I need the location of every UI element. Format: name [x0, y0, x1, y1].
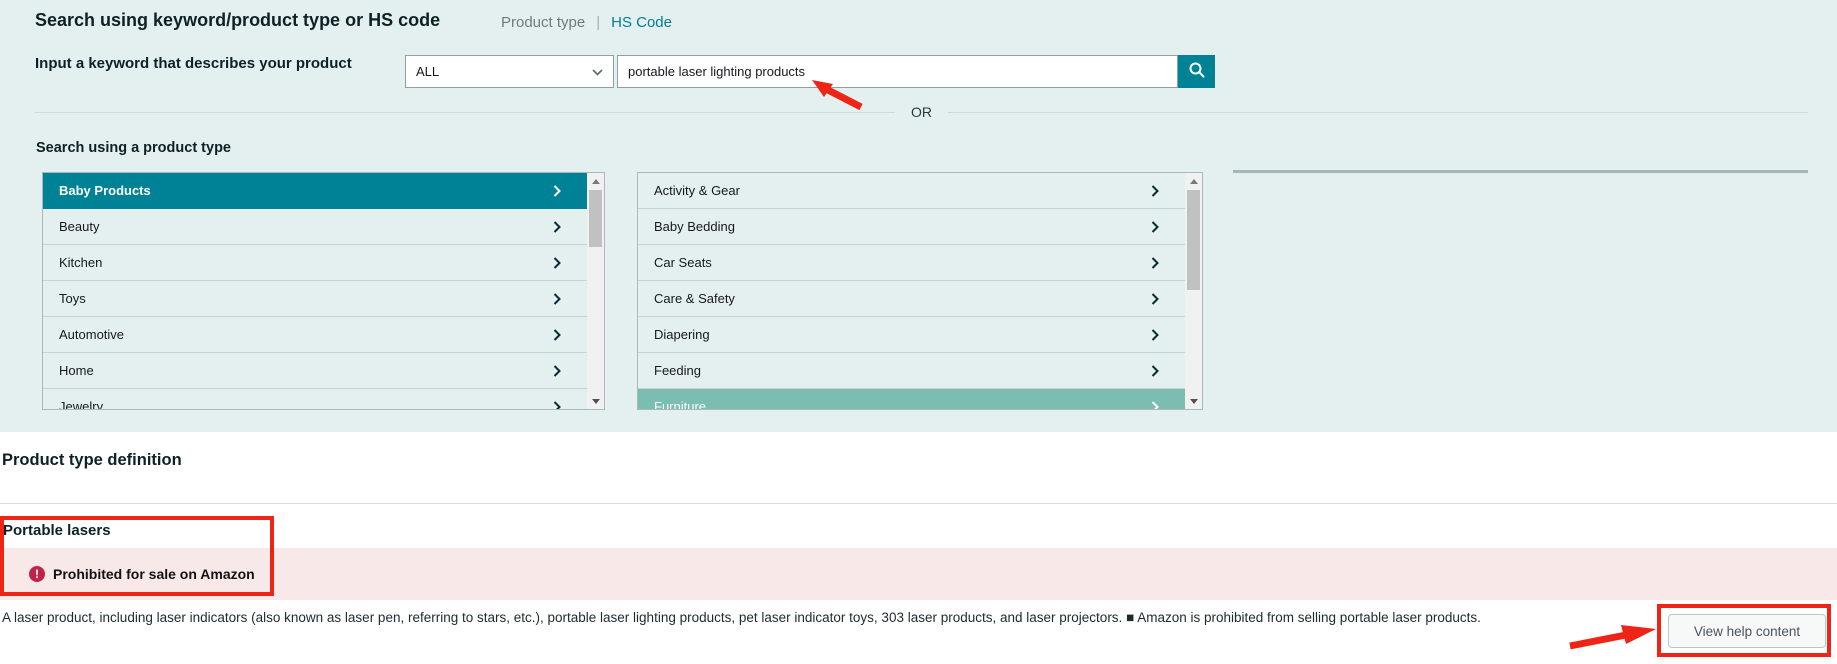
chevron-right-icon	[553, 293, 561, 305]
list-item-label: Furniture	[654, 399, 706, 410]
list-item-label: Baby Products	[59, 183, 151, 198]
product-name: Portable lasers	[3, 522, 111, 539]
chevron-right-icon	[1151, 293, 1159, 305]
divider-line	[948, 112, 1808, 113]
chevron-right-icon	[1151, 221, 1159, 233]
list-item-label: Home	[59, 363, 94, 378]
scrollbar-down-icon[interactable]	[587, 393, 604, 409]
page-title: Search using keyword/product type or HS …	[35, 10, 440, 31]
chevron-right-icon	[1151, 365, 1159, 377]
category-list-level1: Baby Products Beauty Kitchen Toys Automo…	[42, 172, 605, 410]
definition-heading: Product type definition	[2, 451, 182, 470]
tab-product-type[interactable]: Product type	[501, 14, 585, 31]
chevron-right-icon	[553, 401, 561, 411]
list-item-label: Automotive	[59, 327, 124, 342]
list-item-label: Car Seats	[654, 255, 712, 270]
empty-third-column-divider	[1233, 170, 1808, 173]
list-item-baby-bedding[interactable]: Baby Bedding	[638, 209, 1185, 245]
chevron-down-icon	[592, 64, 603, 79]
list-item-label: Beauty	[59, 219, 99, 234]
list-item-activity-gear[interactable]: Activity & Gear	[638, 173, 1185, 209]
scrollbar-thumb[interactable]	[589, 190, 602, 247]
scrollbar-thumb[interactable]	[1187, 190, 1200, 290]
list-item-home[interactable]: Home	[43, 353, 587, 389]
list-item-baby-products[interactable]: Baby Products	[43, 173, 587, 209]
section-divider	[0, 503, 1837, 504]
annotation-arrow-help-button	[1570, 625, 1656, 646]
chevron-right-icon	[553, 365, 561, 377]
list-item-automotive[interactable]: Automotive	[43, 317, 587, 353]
chevron-right-icon	[1151, 185, 1159, 197]
category-rows: Baby Products Beauty Kitchen Toys Automo…	[43, 173, 587, 410]
chevron-right-icon	[553, 221, 561, 233]
tab-hs-code[interactable]: HS Code	[611, 14, 672, 31]
search-icon	[1188, 61, 1206, 82]
category-dropdown-value: ALL	[416, 64, 439, 79]
list-item-jewelry[interactable]: Jewelry	[43, 389, 587, 410]
view-help-content-button[interactable]: View help content	[1668, 614, 1826, 648]
prohibited-status-band: ! Prohibited for sale on Amazon	[0, 548, 1837, 600]
chevron-right-icon	[553, 257, 561, 269]
category-list-level2: Activity & Gear Baby Bedding Car Seats C…	[637, 172, 1203, 410]
keyword-search-input[interactable]	[617, 55, 1178, 88]
list-item-toys[interactable]: Toys	[43, 281, 587, 317]
tab-separator: |	[596, 14, 600, 31]
list-item-feeding[interactable]: Feeding	[638, 353, 1185, 389]
scrollbar-up-icon[interactable]	[1185, 173, 1202, 189]
list-item-label: Feeding	[654, 363, 701, 378]
list-item-kitchen[interactable]: Kitchen	[43, 245, 587, 281]
status-text: Prohibited for sale on Amazon	[53, 566, 255, 582]
list-item-label: Toys	[59, 291, 86, 306]
list-item-beauty[interactable]: Beauty	[43, 209, 587, 245]
product-type-heading: Search using a product type	[36, 140, 231, 156]
or-divider: OR	[35, 104, 1808, 120]
product-classification-screen: Search using keyword/product type or HS …	[0, 0, 1837, 664]
list-item-label: Diapering	[654, 327, 710, 342]
scrollbar-up-icon[interactable]	[587, 173, 604, 189]
search-button[interactable]	[1178, 55, 1215, 88]
chevron-right-icon	[1151, 257, 1159, 269]
list-item-label: Jewelry	[59, 399, 103, 410]
chevron-right-icon	[553, 185, 561, 197]
product-description: A laser product, including laser indicat…	[2, 610, 1481, 625]
list-item-label: Activity & Gear	[654, 183, 740, 198]
or-label: OR	[911, 104, 932, 120]
chevron-right-icon	[1151, 329, 1159, 341]
search-mode-tabs: Product type | HS Code	[501, 14, 672, 31]
scrollbar-down-icon[interactable]	[1185, 393, 1202, 409]
keyword-label: Input a keyword that describes your prod…	[35, 55, 352, 72]
list-item-label: Kitchen	[59, 255, 102, 270]
list-item-diapering[interactable]: Diapering	[638, 317, 1185, 353]
divider-line	[35, 112, 895, 113]
list-item-furniture[interactable]: Furniture	[638, 389, 1185, 410]
chevron-right-icon	[553, 329, 561, 341]
list-item-care-safety[interactable]: Care & Safety	[638, 281, 1185, 317]
category-dropdown[interactable]: ALL	[405, 55, 614, 88]
list-item-label: Care & Safety	[654, 291, 735, 306]
error-icon: !	[29, 566, 45, 582]
scrollbar[interactable]	[587, 173, 604, 409]
search-panel: Search using keyword/product type or HS …	[0, 0, 1837, 432]
chevron-right-icon	[1151, 401, 1159, 411]
scrollbar[interactable]	[1185, 173, 1202, 409]
category-rows: Activity & Gear Baby Bedding Car Seats C…	[638, 173, 1185, 410]
list-item-car-seats[interactable]: Car Seats	[638, 245, 1185, 281]
list-item-label: Baby Bedding	[654, 219, 735, 234]
